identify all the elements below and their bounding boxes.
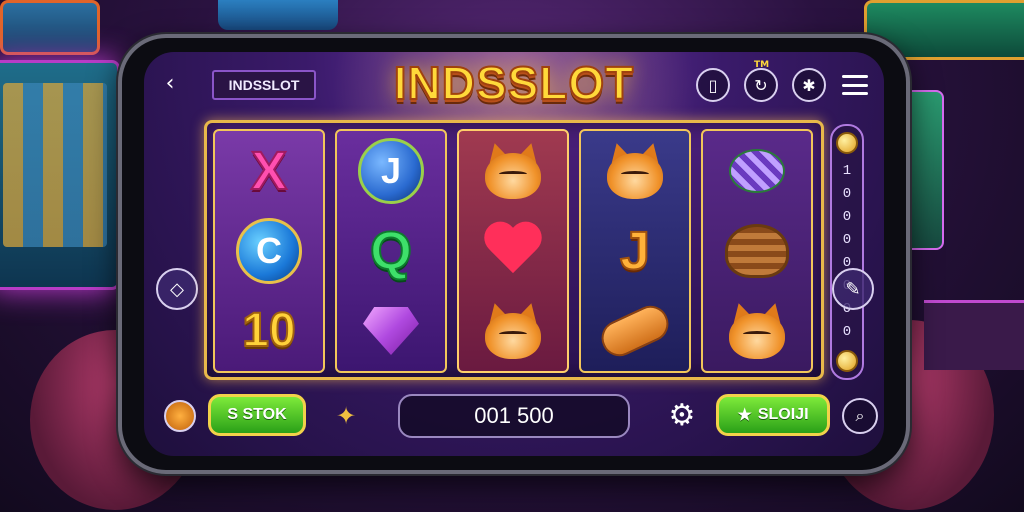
paytable-digits: 1 0 0 0 0 0 0 0 bbox=[842, 163, 852, 340]
back-button[interactable]: ‹ bbox=[156, 70, 184, 98]
symbol-j: J bbox=[619, 221, 651, 281]
symbol-bread bbox=[595, 296, 675, 366]
symbol-cat bbox=[597, 136, 673, 206]
candy-icon bbox=[729, 149, 785, 193]
symbol-cat bbox=[719, 296, 795, 366]
symbol-candy bbox=[719, 136, 795, 206]
symbol-coin-c: C bbox=[231, 216, 307, 286]
menu-icon-bar bbox=[842, 75, 868, 78]
gear-icon: ⚙ bbox=[668, 398, 696, 433]
basket-icon bbox=[725, 224, 789, 278]
puzzle-icon: ✦ bbox=[335, 402, 357, 430]
menu-icon-bar bbox=[842, 83, 868, 87]
symbol-coin-j: J bbox=[353, 136, 429, 206]
symbol-cat bbox=[475, 296, 551, 366]
phone-icon: ▯ bbox=[708, 75, 718, 95]
spin-button[interactable]: ★ SLOIJI bbox=[716, 394, 830, 436]
cat-icon bbox=[725, 300, 789, 361]
star-badge-button[interactable]: ✱ bbox=[792, 68, 826, 102]
cat-icon bbox=[481, 140, 545, 201]
symbol-q: Q bbox=[369, 221, 413, 281]
gem-icon bbox=[363, 307, 419, 355]
brand-badge: INDSSLOT bbox=[212, 70, 316, 100]
symbol-ten: 10 bbox=[241, 304, 296, 357]
menu-button[interactable] bbox=[842, 75, 868, 95]
balance-display: 001 500 bbox=[398, 394, 630, 438]
background-table bbox=[924, 300, 1024, 370]
coin-j-icon: J bbox=[358, 138, 424, 204]
background-arcade-cabinet bbox=[0, 60, 120, 290]
bottom-control-bar: S STOK ✦ 001 500 ⚙ ★ SLOIJI ⌕ bbox=[144, 392, 884, 442]
cat-icon bbox=[481, 300, 545, 361]
reel-2: J Q bbox=[335, 129, 447, 373]
search-button[interactable]: ⌕ bbox=[842, 398, 878, 434]
game-logo: INDSSLOT bbox=[393, 56, 635, 110]
top-toolbar: ▯ ↻ ✱ bbox=[696, 68, 868, 102]
side-right-button[interactable]: ✎ bbox=[832, 268, 874, 310]
reels-frame: X C 10 J Q J bbox=[204, 120, 824, 380]
star-badge-icon: ✱ bbox=[802, 75, 816, 95]
gold-coin-icon bbox=[836, 350, 858, 372]
background-arcade-cabinet bbox=[218, 0, 338, 30]
symbol-gem bbox=[353, 296, 429, 366]
cat-icon bbox=[603, 140, 667, 201]
orb-button[interactable] bbox=[164, 400, 196, 432]
star-icon: ★ bbox=[737, 407, 752, 424]
phone-device: ‹ INDSSLOT INDSSLOT TM ▯ ↻ ✱ ◇ X C 10 J … bbox=[118, 34, 910, 474]
stock-button[interactable]: S STOK bbox=[208, 394, 306, 436]
reel-4: J bbox=[579, 129, 691, 373]
coin-c-icon: C bbox=[236, 218, 302, 284]
search-icon: ⌕ bbox=[855, 406, 865, 425]
menu-icon-bar bbox=[842, 92, 868, 95]
heart-icon bbox=[483, 223, 543, 279]
symbol-x: X bbox=[250, 141, 288, 201]
arrow-icon: ◇ bbox=[170, 278, 184, 300]
slot-game-screen: ‹ INDSSLOT INDSSLOT TM ▯ ↻ ✱ ◇ X C 10 J … bbox=[144, 52, 884, 456]
bread-icon bbox=[595, 299, 675, 363]
side-left-button[interactable]: ◇ bbox=[156, 268, 198, 310]
side-paytable: 1 0 0 0 0 0 0 0 bbox=[830, 124, 864, 380]
refresh-button[interactable]: ↻ bbox=[744, 68, 778, 102]
reel-5 bbox=[701, 129, 813, 373]
reel-1: X C 10 bbox=[213, 129, 325, 373]
symbol-heart bbox=[475, 216, 551, 286]
chevron-left-icon: ‹ bbox=[165, 71, 175, 96]
symbol-basket bbox=[719, 216, 795, 286]
phone-button[interactable]: ▯ bbox=[696, 68, 730, 102]
wand-icon: ✎ bbox=[845, 278, 861, 300]
background-arcade-cabinet bbox=[0, 0, 100, 55]
symbol-cat bbox=[475, 136, 551, 206]
gear-button[interactable]: ⚙ bbox=[664, 398, 700, 434]
refresh-icon: ↻ bbox=[754, 75, 768, 95]
gold-coin-icon bbox=[836, 132, 858, 154]
reel-3 bbox=[457, 129, 569, 373]
